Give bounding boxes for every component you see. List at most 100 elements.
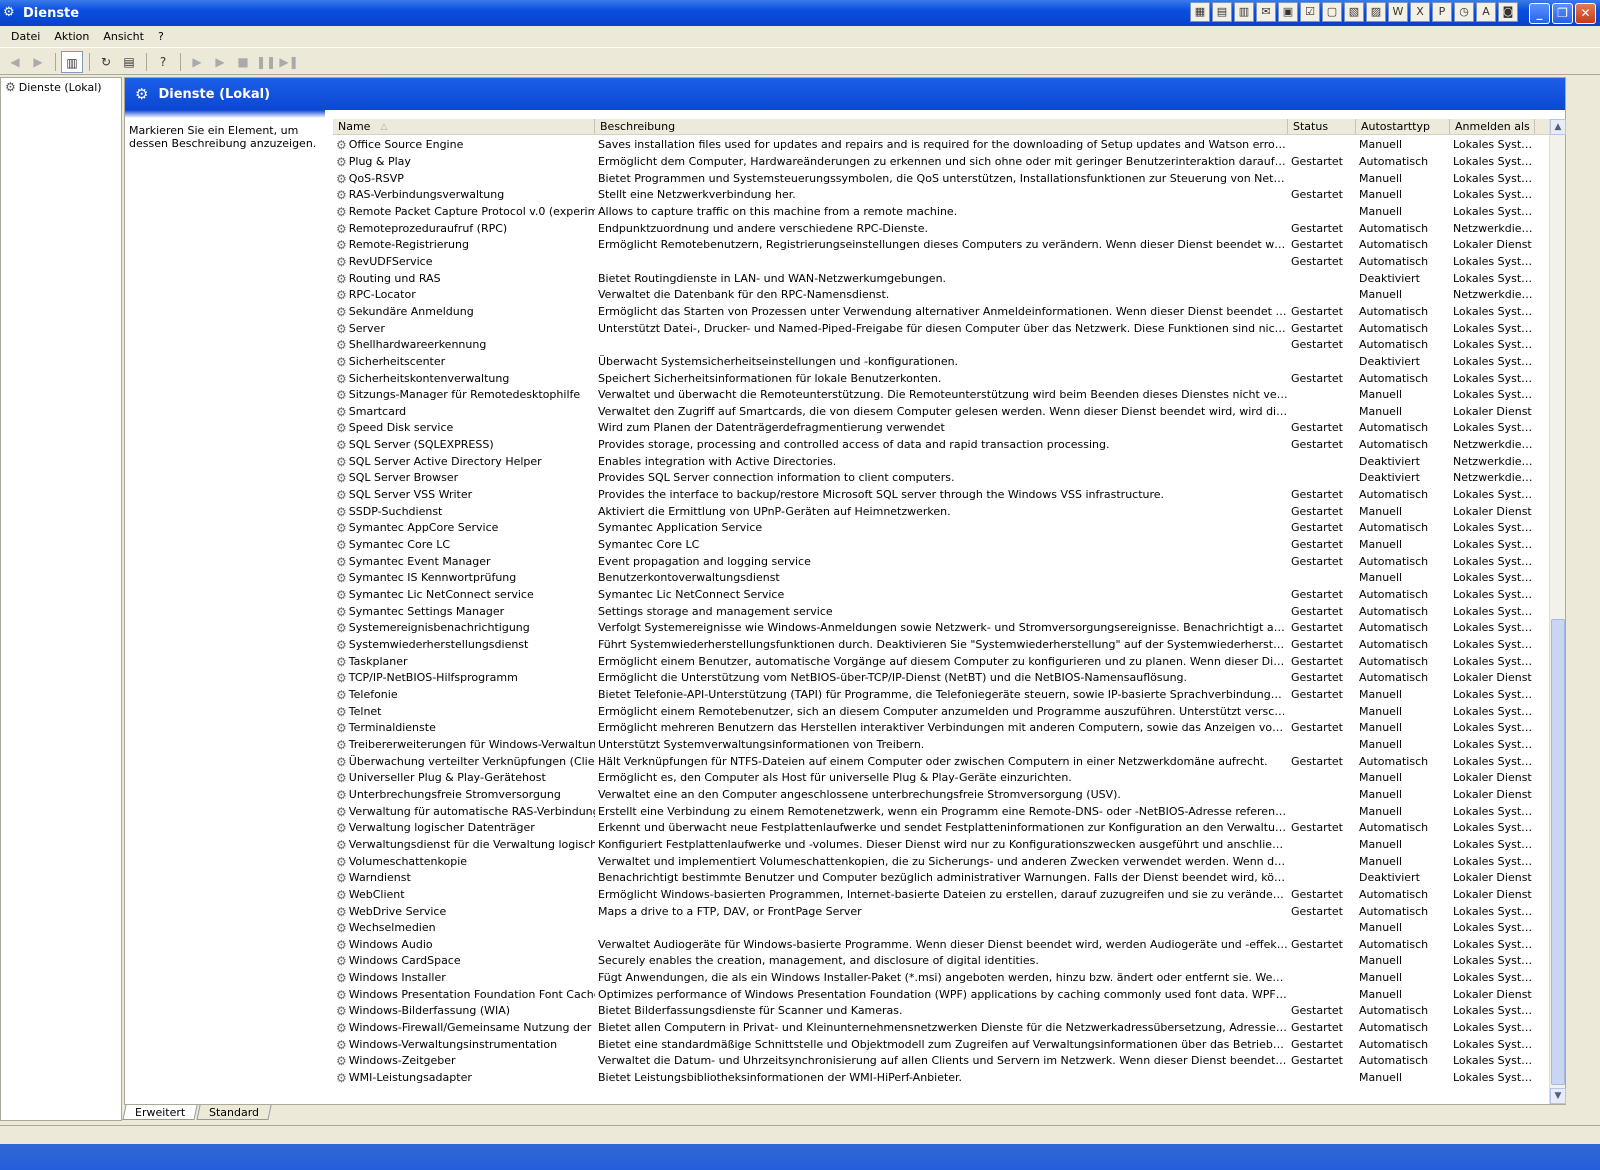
back-icon[interactable]: ◀ <box>4 51 26 73</box>
service-row[interactable]: ⚙ Symantec Core LC Symantec Core LC Gestart… <box>333 537 1565 554</box>
scroll-up-icon[interactable]: ▲ <box>1550 119 1566 135</box>
service-row[interactable]: ⚙ SSDP-Suchdienst Aktiviert die Ermittlung… <box>333 503 1565 520</box>
powerpoint-icon[interactable]: P <box>1432 2 1452 22</box>
service-row[interactable]: ⚙ QoS-RSVP Bietet Programmen und Systemste… <box>333 170 1565 187</box>
service-row[interactable]: ⚙ Routing und RAS Bietet Routingdienste in… <box>333 270 1565 287</box>
service-row[interactable]: ⚙ Windows Audio Verwaltet Audiogeräte für … <box>333 937 1565 954</box>
scroll-thumb[interactable] <box>1551 619 1565 1085</box>
service-row[interactable]: ⚙ Systemwiederherstellungsdienst Führt Sys… <box>333 637 1565 654</box>
service-row[interactable]: ⚙ Symantec Event Manager Event propagation… <box>333 553 1565 570</box>
close-button[interactable]: ✕ <box>1575 3 1596 24</box>
restart-service-icon[interactable]: ▶❚ <box>278 51 300 73</box>
stop-service-icon[interactable]: ■ <box>232 51 254 73</box>
excel-icon[interactable]: X <box>1410 2 1430 22</box>
refresh-icon[interactable]: ↻ <box>95 51 117 73</box>
service-row[interactable]: ⚙ Symantec AppCore Service Symantec Applic… <box>333 520 1565 537</box>
service-row[interactable]: ⚙ RevUDFService Gestartet Automatisch Lokale… <box>333 254 1565 271</box>
service-row[interactable]: ⚙ Remote Packet Capture Protocol v.0 (exp… <box>333 204 1565 221</box>
service-row[interactable]: ⚙ Windows-Verwaltungsinstrumentation Biete… <box>333 1036 1565 1053</box>
service-row[interactable]: ⚙ Verwaltungsdienst für die Verwaltung lo… <box>333 837 1565 854</box>
service-row[interactable]: ⚙ Verwaltung für automatische RAS-Verbind… <box>333 803 1565 820</box>
service-row[interactable]: ⚙ Systemereignisbenachrichtigung Verfolgt … <box>333 620 1565 637</box>
notes-icon[interactable]: ▨ <box>1366 2 1386 22</box>
tab-standard[interactable]: Standard <box>196 1105 272 1120</box>
forward-icon[interactable]: ▶ <box>27 51 49 73</box>
column-header-logon-as[interactable]: Anmelden als <box>1450 119 1535 134</box>
service-row[interactable]: ⚙ Volumeschattenkopie Verwaltet und implem… <box>333 853 1565 870</box>
service-row[interactable]: ⚙ RPC-Locator Verwaltet die Datenbank für … <box>333 287 1565 304</box>
service-row[interactable]: ⚙ SQL Server Active Directory Helper Enabl… <box>333 453 1565 470</box>
app-icon-2[interactable]: ▤ <box>1212 2 1232 22</box>
desktop-icon[interactable]: ◙ <box>1498 2 1518 22</box>
service-row[interactable]: ⚙ Remote-Registrierung Ermöglicht Remotebe… <box>333 237 1565 254</box>
start-service-icon[interactable]: ▶ <box>186 51 208 73</box>
menu-datei[interactable]: Datei <box>4 30 47 43</box>
export-list-icon[interactable]: ▤ <box>118 51 140 73</box>
minimize-button[interactable]: _ <box>1529 3 1550 24</box>
service-row[interactable]: ⚙ WMI-Leistungsadapter Bietet Leistungsbib… <box>333 1070 1565 1087</box>
menu-aktion[interactable]: Aktion <box>47 30 96 43</box>
tasks-icon[interactable]: ☑ <box>1300 2 1320 22</box>
service-row[interactable]: ⚙ Unterbrechungsfreie Stromversorgung Verw… <box>333 787 1565 804</box>
service-row[interactable]: ⚙ WebDrive Service Maps a drive to a FTP, … <box>333 903 1565 920</box>
help-icon[interactable]: ? <box>152 51 174 73</box>
service-row[interactable]: ⚙ Sekundäre Anmeldung Ermöglicht das Start… <box>333 304 1565 321</box>
service-row[interactable]: ⚙ TCP/IP-NetBIOS-Hilfsprogramm Ermöglicht … <box>333 670 1565 687</box>
service-row[interactable]: ⚙ Telnet Ermöglicht einem Remotebenutzer, … <box>333 703 1565 720</box>
service-row[interactable]: ⚙ Shellhardwareerkennung Gestartet Automati… <box>333 337 1565 354</box>
column-header-description[interactable]: Beschreibung <box>595 119 1288 134</box>
service-row[interactable]: ⚙ RAS-Verbindungsverwaltung Stellt eine Ne… <box>333 187 1565 204</box>
show-tree-icon[interactable]: ▥ <box>61 50 83 73</box>
service-row[interactable]: ⚙ Speed Disk service Wird zum Planen der D… <box>333 420 1565 437</box>
access-icon[interactable]: A <box>1476 2 1496 22</box>
service-row[interactable]: ⚙ Symantec Lic NetConnect service Symantec… <box>333 587 1565 604</box>
restore-button[interactable]: ❐ <box>1552 3 1573 24</box>
resume-icon[interactable]: ▶ <box>209 51 231 73</box>
service-row[interactable]: ⚙ WebClient Ermöglicht Windows-basierten P… <box>333 887 1565 904</box>
service-row[interactable]: ⚙ Office Source Engine Saves installation … <box>333 137 1565 154</box>
menu-help[interactable]: ? <box>151 30 171 43</box>
service-row[interactable]: ⚙ Terminaldienste Ermöglicht mehreren Benu… <box>333 720 1565 737</box>
service-row[interactable]: ⚙ SQL Server VSS Writer Provides the inter… <box>333 487 1565 504</box>
service-row[interactable]: ⚙ Symantec Settings Manager Settings stora… <box>333 603 1565 620</box>
tree-node-dienste-lokal[interactable]: ⚙ Dienste (Lokal) <box>1 78 121 94</box>
service-row[interactable]: ⚙ Treibererweiterungen für Windows-Verwal… <box>333 737 1565 754</box>
column-header-name[interactable]: Name △ <box>333 119 595 134</box>
service-row[interactable]: ⚙ Überwachung verteilter Verknüpfungen (C… <box>333 753 1565 770</box>
column-header-startup-type[interactable]: Autostarttyp <box>1356 119 1450 134</box>
app-icon-1[interactable]: ▦ <box>1190 2 1210 22</box>
taskbar[interactable] <box>0 1144 1600 1170</box>
service-row[interactable]: ⚙ Sitzungs-Manager für Remotedesktophilfe… <box>333 387 1565 404</box>
column-header-status[interactable]: Status <box>1288 119 1356 134</box>
service-row[interactable]: ⚙ Windows Presentation Foundation Font Ca… <box>333 986 1565 1003</box>
service-row[interactable]: ⚙ Plug & Play Ermöglicht dem Computer, Har… <box>333 154 1565 171</box>
menu-ansicht[interactable]: Ansicht <box>96 30 151 43</box>
service-row[interactable]: ⚙ Sicherheitskontenverwaltung Speichert Si… <box>333 370 1565 387</box>
service-row[interactable]: ⚙ Windows CardSpace Securely enables the c… <box>333 953 1565 970</box>
service-row[interactable]: ⚙ Windows-Zeitgeber Verwaltet die Datum- u… <box>333 1053 1565 1070</box>
service-row[interactable]: ⚙ Windows-Firewall/Gemeinsame Nutzung der… <box>333 1020 1565 1037</box>
pause-service-icon[interactable]: ❚❚ <box>255 51 277 73</box>
service-row[interactable]: ⚙ SQL Server (SQLEXPRESS) Provides storage… <box>333 437 1565 454</box>
service-row[interactable]: ⚙ Taskplaner Ermöglicht einem Benutzer, au… <box>333 653 1565 670</box>
scroll-down-icon[interactable]: ▼ <box>1550 1088 1566 1104</box>
service-row[interactable]: ⚙ Sicherheitscenter Überwacht Systemsicher… <box>333 354 1565 371</box>
contacts-icon[interactable]: ▢ <box>1322 2 1342 22</box>
service-row[interactable]: ⚙ Windows Installer Fügt Anwendungen, die … <box>333 970 1565 987</box>
calendar-icon[interactable]: ▣ <box>1278 2 1298 22</box>
service-row[interactable]: ⚙ SQL Server Browser Provides SQL Server c… <box>333 470 1565 487</box>
service-row[interactable]: ⚙ Verwaltung logischer Datenträger Erkennt… <box>333 820 1565 837</box>
mail-icon[interactable]: ✉ <box>1256 2 1276 22</box>
service-row[interactable]: ⚙ Smartcard Verwaltet den Zugriff auf Smar… <box>333 404 1565 421</box>
service-row[interactable]: ⚙ Windows-Bilderfassung (WIA) Bietet Bilde… <box>333 1003 1565 1020</box>
service-row[interactable]: ⚙ Telefonie Bietet Telefonie-API-Unterstüt… <box>333 687 1565 704</box>
clock-icon[interactable]: ◷ <box>1454 2 1474 22</box>
service-row[interactable]: ⚙ Symantec IS Kennwortprüfung Benutzerkont… <box>333 570 1565 587</box>
journal-icon[interactable]: ▧ <box>1344 2 1364 22</box>
vertical-scrollbar[interactable]: ▲ ▼ <box>1549 119 1566 1104</box>
tab-erweitert[interactable]: Erweitert <box>122 1105 198 1120</box>
word-icon[interactable]: W <box>1388 2 1408 22</box>
app-icon-3[interactable]: ▥ <box>1234 2 1254 22</box>
service-row[interactable]: ⚙ Wechselmedien Manuell Lokales System <box>333 920 1565 937</box>
service-row[interactable]: ⚙ Remoteprozeduraufruf (RPC) Endpunktzuord… <box>333 220 1565 237</box>
